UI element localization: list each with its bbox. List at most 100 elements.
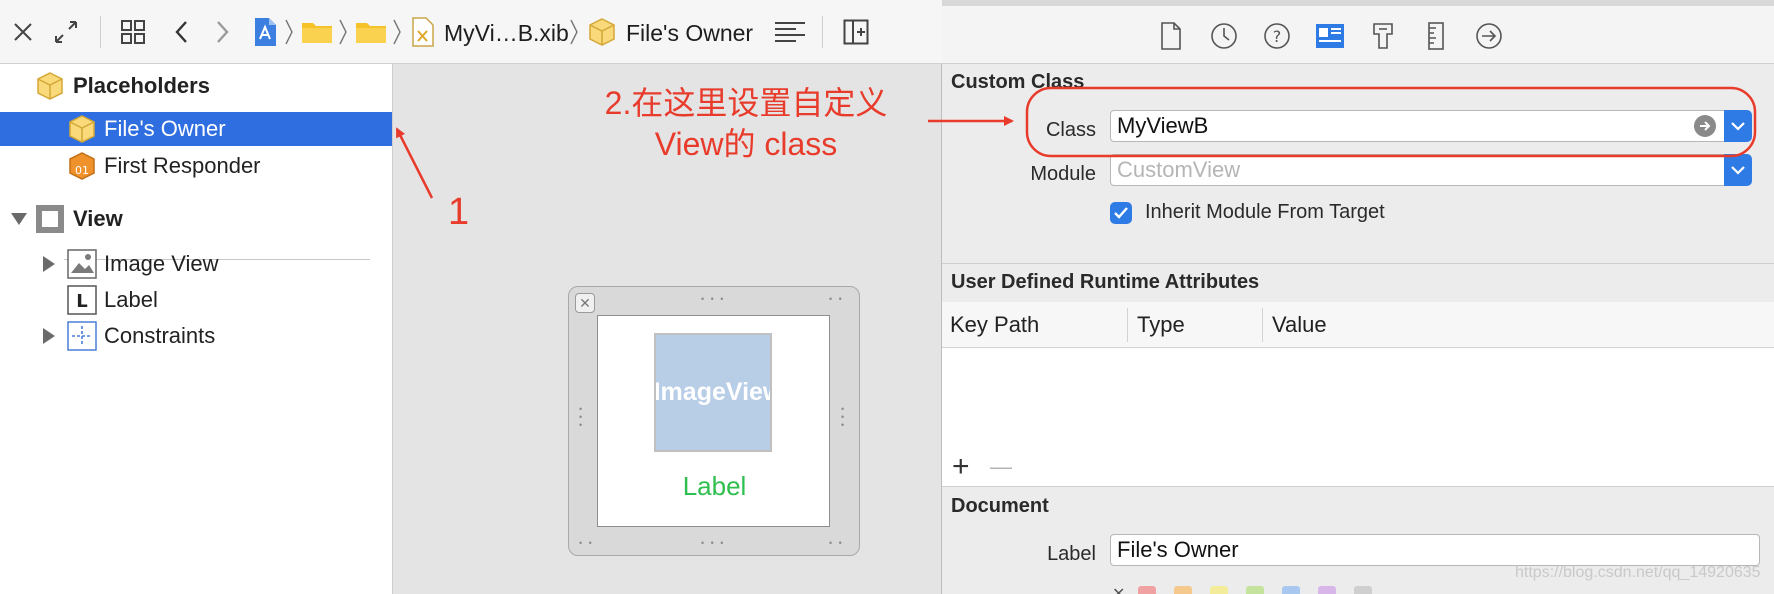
size-inspector-tab[interactable] [1421, 21, 1451, 51]
column-value[interactable]: Value [1272, 312, 1327, 338]
outline-item-label: File's Owner [104, 116, 226, 141]
annotation-step-2-line2: View的 class [654, 126, 838, 162]
back-button[interactable] [168, 14, 194, 50]
disclosure-closed-icon[interactable] [34, 249, 64, 279]
chevron-down-icon [1731, 122, 1745, 131]
color-swatch-yellow[interactable] [1210, 586, 1228, 594]
folder-icon [302, 23, 332, 43]
class-dropdown-button[interactable] [1724, 110, 1752, 142]
resize-grip-top[interactable]: • • • [701, 295, 725, 304]
outline-item-label: Image View [104, 251, 219, 276]
outline-item-constraints[interactable]: Constraints [0, 319, 392, 353]
add-attribute-button[interactable]: + [952, 452, 970, 482]
class-field[interactable]: MyViewB [1110, 110, 1732, 142]
inspector-tab-bar: ? [942, 0, 1774, 64]
annotation-step-2-line1: 2.在这里设置自定义 [604, 85, 888, 121]
runtime-attributes-table[interactable]: Key Path Type Value [942, 302, 1774, 486]
breadcrumb-group-1[interactable] [300, 14, 334, 50]
breadcrumb-current-item[interactable]: File's Owner [626, 20, 753, 47]
outline-item-view[interactable]: View [0, 202, 392, 236]
document-icon [1161, 22, 1181, 50]
breadcrumb-chevron-icon [391, 14, 403, 50]
constraints-icon [67, 321, 97, 351]
module-field[interactable]: CustomView [1110, 154, 1732, 186]
watermark: https://blog.csdn.net/qq_14920635 [1515, 564, 1761, 581]
view-scene[interactable]: ✕ • • • • • • • • • • • • • • • • • • ImageV… [568, 286, 860, 556]
view-content[interactable]: ImageView Label [597, 315, 830, 527]
column-key-path[interactable]: Key Path [950, 312, 1039, 338]
go-to-class-icon[interactable] [1694, 115, 1716, 137]
section-divider [942, 486, 1774, 487]
attributes-icon [1373, 23, 1393, 49]
toolbar-separator [100, 16, 101, 48]
close-icon[interactable]: ✕ [575, 293, 595, 313]
disclosure-closed-icon[interactable] [34, 321, 64, 351]
color-swatch-orange[interactable] [1174, 586, 1192, 594]
resize-grip-corner[interactable]: • • [579, 539, 594, 548]
clear-color-icon[interactable]: ✕ [1112, 584, 1125, 594]
class-field-value: MyViewB [1117, 113, 1209, 138]
breadcrumb-chevron-icon [283, 14, 295, 50]
document-label-field[interactable]: File's Owner [1110, 534, 1760, 566]
document-outline: Placeholders File's Owner 01 First Respo… [0, 64, 392, 594]
outline-placeholders-label: Placeholders [73, 73, 210, 98]
color-swatch-gray[interactable] [1354, 586, 1372, 594]
module-field-placeholder: CustomView [1117, 157, 1241, 182]
resize-grip-left[interactable]: • • • [579, 405, 584, 430]
forward-button[interactable] [210, 14, 236, 50]
connections-inspector-tab[interactable] [1474, 21, 1504, 51]
disclosure-open-icon[interactable] [4, 204, 34, 234]
resize-grip-corner[interactable]: • • [829, 539, 844, 548]
column-type[interactable]: Type [1137, 312, 1185, 338]
outline-placeholders[interactable]: Placeholders [0, 69, 392, 103]
breadcrumb-chevron-icon [337, 14, 349, 50]
editor-jump-bar: MyVi…B.xib File's Owner [0, 0, 945, 64]
outline-item-label: View [73, 206, 123, 231]
resize-grip-corner[interactable]: • • [829, 295, 844, 304]
folder-icon [356, 23, 386, 43]
label-icon: L [67, 285, 97, 315]
resize-grip-bottom[interactable]: • • • [701, 539, 725, 548]
color-swatch-green[interactable] [1246, 586, 1264, 594]
identity-inspector-tab[interactable] [1315, 21, 1345, 51]
image-view[interactable]: ImageView [654, 333, 772, 452]
outline-item-first-responder[interactable]: 01 First Responder [0, 149, 392, 183]
chevron-down-icon [1731, 166, 1745, 175]
file-inspector-tab[interactable] [1156, 21, 1186, 51]
split-editor-icon [843, 19, 869, 45]
breadcrumb-owner-icon [586, 14, 618, 50]
document-title: Document [951, 495, 1049, 517]
xib-file-icon [412, 17, 434, 47]
grid-icon [121, 20, 145, 44]
maximize-editor-button[interactable] [48, 14, 84, 50]
breadcrumb-project[interactable] [250, 14, 280, 50]
remove-attribute-button[interactable]: — [990, 452, 1012, 482]
outline-item-label-view[interactable]: L Label [0, 283, 392, 317]
color-swatch-blue[interactable] [1282, 586, 1300, 594]
breadcrumb-file-name[interactable]: MyVi…B.xib [444, 20, 569, 47]
attributes-inspector-tab[interactable] [1368, 21, 1398, 51]
history-inspector-tab[interactable] [1209, 21, 1239, 51]
document-items-button[interactable] [772, 14, 808, 50]
question-icon: ? [1264, 23, 1290, 49]
module-dropdown-button[interactable] [1724, 154, 1752, 186]
outline-item-files-owner[interactable]: File's Owner [0, 112, 392, 146]
related-items-button[interactable] [115, 14, 151, 50]
inherit-module-checkbox[interactable] [1110, 202, 1132, 224]
color-swatch-red[interactable] [1138, 586, 1156, 594]
breadcrumb-group-2[interactable] [354, 14, 388, 50]
add-editor-button[interactable] [838, 14, 874, 50]
outline-item-image-view[interactable]: Image View [0, 247, 392, 281]
outline-item-label: First Responder [104, 153, 261, 178]
color-swatch-purple[interactable] [1318, 586, 1336, 594]
module-label: Module [1030, 163, 1096, 185]
document-label-value: File's Owner [1117, 537, 1239, 562]
table-header: Key Path Type Value [942, 302, 1774, 348]
resize-grip-right[interactable]: • • • [841, 405, 846, 430]
inherit-module-label: Inherit Module From Target [1145, 201, 1385, 223]
help-inspector-tab[interactable]: ? [1262, 21, 1292, 51]
first-responder-icon: 01 [67, 151, 97, 181]
chevron-left-icon [175, 21, 187, 43]
label-view[interactable]: Label [598, 471, 831, 502]
close-editor-button[interactable] [6, 14, 40, 50]
